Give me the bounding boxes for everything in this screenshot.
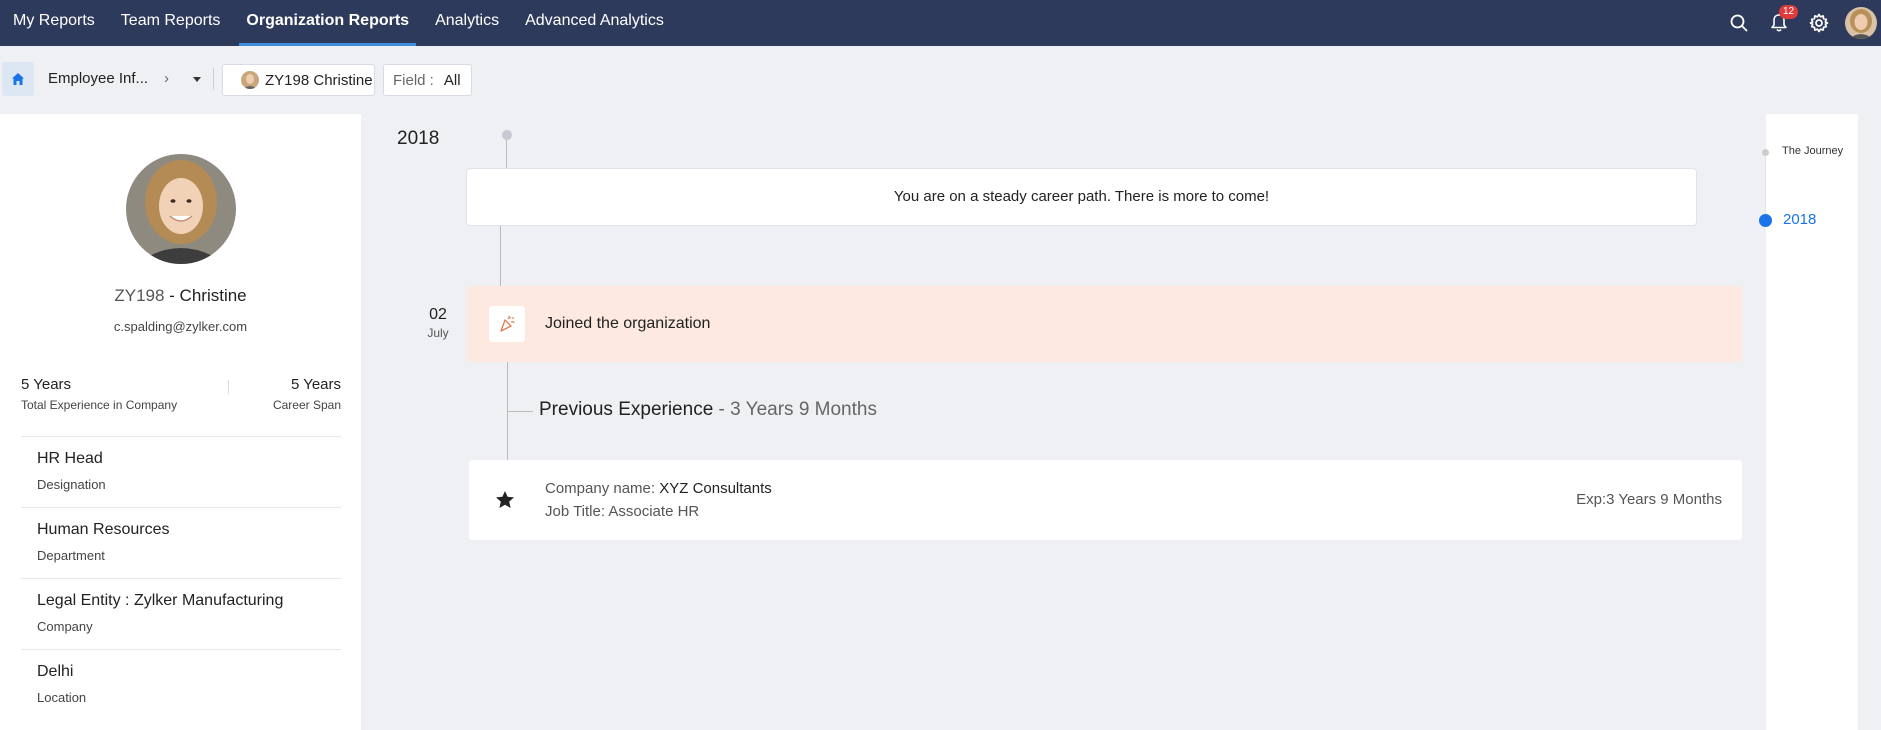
tab-analytics[interactable]: Analytics: [422, 0, 512, 46]
previous-experience-title: Previous Experience: [539, 399, 714, 420]
field-filter-chip[interactable]: Field : All: [383, 64, 472, 96]
chevron-right-icon: ›: [164, 70, 169, 87]
stat-value: 5 Years: [21, 376, 72, 393]
main-tabs: My Reports Team Reports Organization Rep…: [0, 0, 677, 46]
stat-label: Career Span: [272, 398, 341, 412]
profile-name: ZY198 - Christine: [0, 286, 361, 306]
detail-department: Human Resources Department: [21, 507, 341, 578]
stat-value: 5 Years: [290, 376, 341, 393]
timeline-connector: [506, 140, 507, 168]
experience-stats: 5 Years Total Experience in Company 5 Ye…: [21, 376, 341, 420]
company-name-label: Company name:: [545, 480, 660, 497]
detail-value: Delhi: [37, 663, 74, 680]
journey-start-dot: [1762, 149, 1769, 156]
detail-designation: HR Head Designation: [21, 436, 341, 507]
breadcrumb-divider: [213, 68, 214, 90]
timeline-branch: [507, 411, 533, 412]
top-navigation-bar: My Reports Team Reports Organization Rep…: [0, 0, 1881, 46]
event-text: Joined the organization: [545, 315, 711, 332]
name-separator: -: [164, 286, 180, 305]
detail-location: Delhi Location: [21, 649, 341, 720]
user-avatar[interactable]: [1845, 7, 1877, 39]
journey-label: The Journey: [1782, 145, 1844, 157]
journey-year-link[interactable]: 2018: [1783, 211, 1816, 228]
timeline-connector: [500, 226, 501, 286]
event-date-day: 02: [429, 306, 447, 323]
breadcrumb: Employee Inf... › ZY198 Christine Field …: [0, 62, 900, 96]
field-filter-value: All: [443, 71, 461, 89]
profile-avatar: [126, 154, 236, 264]
employee-filter-chip[interactable]: ZY198 Christine: [222, 64, 375, 96]
stat-career-span: 5 Years Career Span: [273, 376, 341, 412]
field-filter-label: Field :: [393, 71, 434, 89]
experience-card: Company name: XYZ Consultants Job Title:…: [469, 460, 1742, 540]
gear-icon[interactable]: [1799, 0, 1839, 46]
company-name-value: XYZ Consultants: [659, 480, 772, 497]
employee-email: c.spalding@zylker.com: [113, 319, 248, 334]
company-name-line: Company name: XYZ Consultants: [545, 480, 772, 497]
profile-details-list: HR Head Designation Human Resources Depa…: [21, 436, 341, 720]
detail-value: Human Resources: [37, 521, 170, 538]
timeline-year-heading: 2018: [397, 128, 440, 149]
detail-value: Legal Entity : Zylker Manufacturing: [37, 592, 284, 609]
detail-company: Legal Entity : Zylker Manufacturing Comp…: [21, 578, 341, 649]
detail-label: Department: [37, 548, 105, 563]
tab-advanced-analytics[interactable]: Advanced Analytics: [512, 0, 677, 46]
journey-year-dot[interactable]: [1759, 214, 1772, 227]
home-icon[interactable]: [2, 62, 34, 96]
notification-count-badge: 12: [1779, 5, 1799, 19]
stat-divider: [228, 380, 229, 394]
employee-filter-label: ZY198 Christine: [265, 71, 373, 89]
previous-experience-heading: Previous Experience - 3 Years 9 Months: [539, 399, 877, 421]
job-title-value: Associate HR: [608, 503, 700, 520]
job-title-line: Job Title: Associate HR: [545, 503, 699, 520]
experience-duration: Exp:3 Years 9 Months: [1576, 491, 1722, 508]
career-message-card: You are on a steady career path. There i…: [466, 168, 1697, 226]
timeline-start-dot: [502, 130, 512, 140]
joined-organization-event: Joined the organization: [467, 286, 1742, 362]
star-icon: [495, 490, 515, 514]
nav-icon-group: 12: [1719, 0, 1881, 46]
employee-name: Christine: [179, 286, 247, 305]
detail-label: Company: [37, 619, 93, 634]
stat-total-experience: 5 Years Total Experience in Company: [21, 376, 177, 412]
tab-organization-reports[interactable]: Organization Reports: [233, 0, 422, 46]
bell-icon[interactable]: 12: [1759, 0, 1799, 46]
stat-label: Total Experience in Company: [21, 398, 178, 412]
tab-my-reports[interactable]: My Reports: [0, 0, 108, 46]
employee-mini-avatar: [241, 71, 259, 89]
party-popper-icon: [489, 306, 525, 342]
chevron-down-icon[interactable]: [193, 77, 201, 82]
journey-navigator: [1766, 114, 1858, 730]
journey-line: [1765, 153, 1766, 223]
previous-experience-duration: - 3 Years 9 Months: [713, 399, 877, 420]
event-date-month: July: [427, 326, 449, 340]
breadcrumb-current[interactable]: Employee Inf...: [48, 62, 148, 96]
detail-label: Location: [37, 690, 87, 705]
detail-value: HR Head: [37, 450, 103, 467]
tab-team-reports[interactable]: Team Reports: [108, 0, 234, 46]
detail-label: Designation: [37, 477, 106, 492]
employee-profile-panel: ZY198 - Christine c.spalding@zylker.com …: [0, 114, 361, 730]
employee-id: ZY198: [114, 286, 165, 305]
job-title-label: Job Title:: [545, 503, 609, 520]
search-icon[interactable]: [1719, 0, 1759, 46]
